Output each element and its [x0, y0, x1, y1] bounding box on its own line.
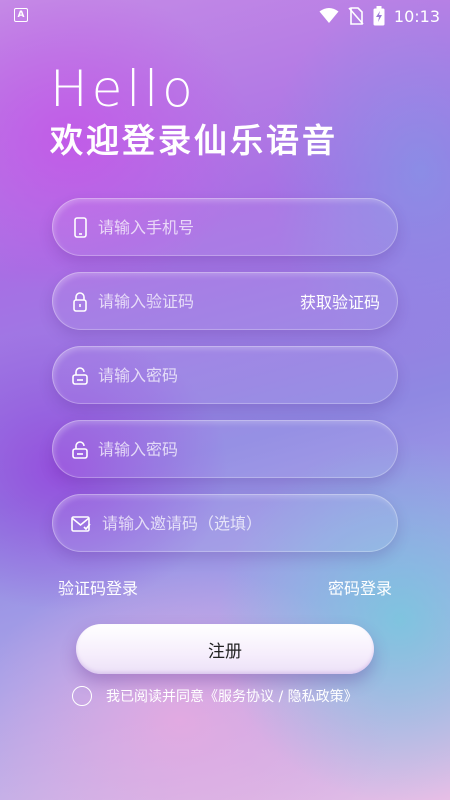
code-field[interactable]: 获取验证码 [52, 272, 398, 330]
password-login-link[interactable]: 密码登录 [328, 575, 392, 599]
invite-code-field[interactable] [52, 494, 398, 552]
password-input[interactable] [98, 360, 328, 390]
terms-link[interactable]: 《服务协议 / 隐私政策》 [204, 686, 358, 706]
agreement-row: 我已阅读并同意 《服务协议 / 隐私政策》 [72, 684, 358, 708]
agreement-checkbox[interactable] [72, 686, 92, 706]
status-time: 10:13 [393, 6, 440, 26]
accessibility-a-icon: A [14, 8, 28, 22]
wifi-icon [319, 8, 339, 24]
no-sim-icon [348, 7, 364, 25]
register-button[interactable]: 注册 [76, 624, 374, 674]
status-bar-right: 10:13 [319, 4, 440, 28]
welcome-title: 欢迎登录仙乐语音 [50, 121, 338, 160]
password-field[interactable] [52, 346, 398, 404]
invite-code-input[interactable] [102, 508, 332, 538]
code-login-link[interactable]: 验证码登录 [58, 575, 138, 599]
lock-icon [70, 365, 90, 385]
invite-envelope-icon [70, 513, 91, 533]
confirm-password-input[interactable] [98, 434, 328, 464]
phone-field[interactable] [52, 198, 398, 256]
get-code-button[interactable]: 获取验证码 [300, 289, 380, 313]
agreement-text: 我已阅读并同意 [106, 689, 204, 705]
phone-input[interactable] [98, 212, 328, 242]
padlock-icon [70, 291, 90, 312]
hello-title: Hello [50, 60, 197, 118]
code-input[interactable] [98, 286, 328, 316]
phone-icon [70, 217, 90, 238]
battery-charging-icon [373, 6, 385, 26]
confirm-password-field[interactable] [52, 420, 398, 478]
lock-icon [70, 439, 90, 459]
status-bar: A 10:13 [0, 0, 450, 32]
